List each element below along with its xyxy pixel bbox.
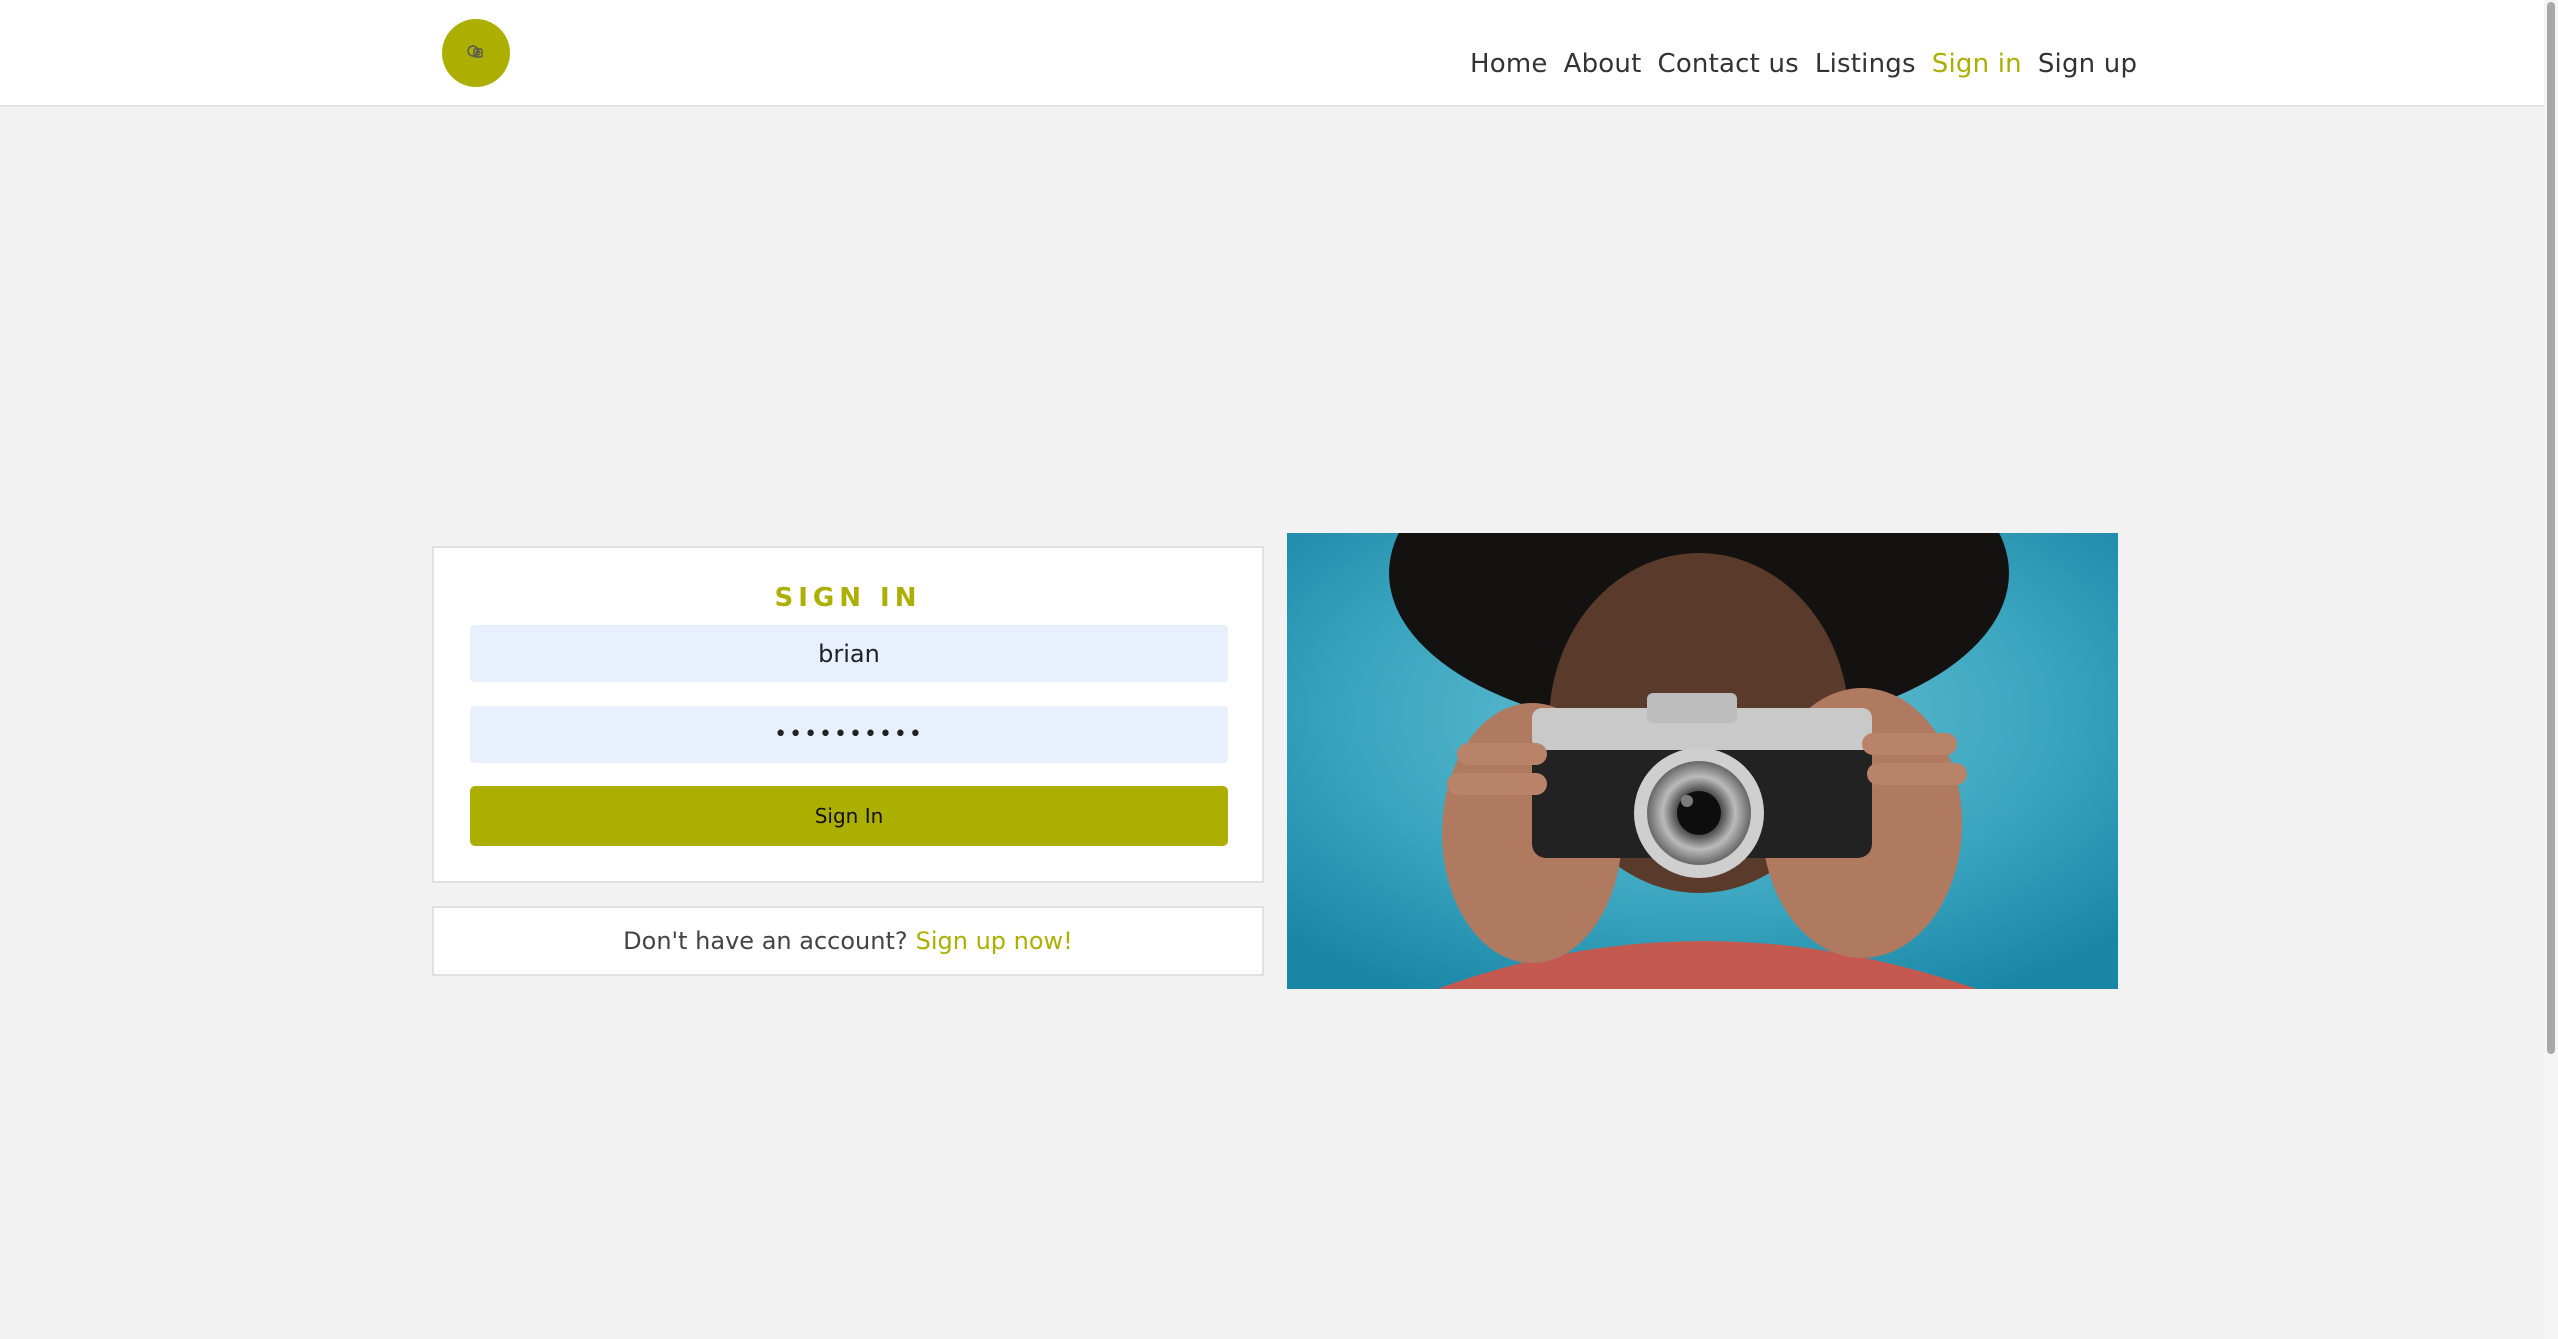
site-logo[interactable] [442,19,510,87]
page-scrollbar[interactable] [2544,0,2558,1339]
signup-now-link[interactable]: Sign up now! [916,927,1073,955]
username-input[interactable] [470,625,1228,682]
password-input[interactable] [470,706,1228,763]
nav-contact-link[interactable]: Contact us [1657,49,1798,79]
signup-prompt-text: Don't have an account? [623,927,908,955]
hero-photo [1287,533,2118,989]
scrollbar-thumb[interactable] [2547,2,2555,1054]
nav-about-link[interactable]: About [1564,49,1642,79]
nav-signin-link[interactable]: Sign in [1932,49,2022,79]
nav-home-link[interactable]: Home [1470,49,1548,79]
signin-button[interactable]: Sign In [470,786,1228,846]
signin-card: SIGN IN Sign In [432,546,1264,883]
signup-prompt-box: Don't have an account? Sign up now! [432,906,1264,976]
signin-title: SIGN IN [774,583,922,613]
top-navbar: Home About Contact us Listings Sign in S… [0,0,2544,107]
nav-signup-link[interactable]: Sign up [2038,49,2137,79]
main-nav: Home About Contact us Listings Sign in S… [1470,46,2137,82]
camera-logo-icon [467,45,483,58]
photographer-camera-image [1287,533,2118,989]
nav-listings-link[interactable]: Listings [1815,49,1916,79]
